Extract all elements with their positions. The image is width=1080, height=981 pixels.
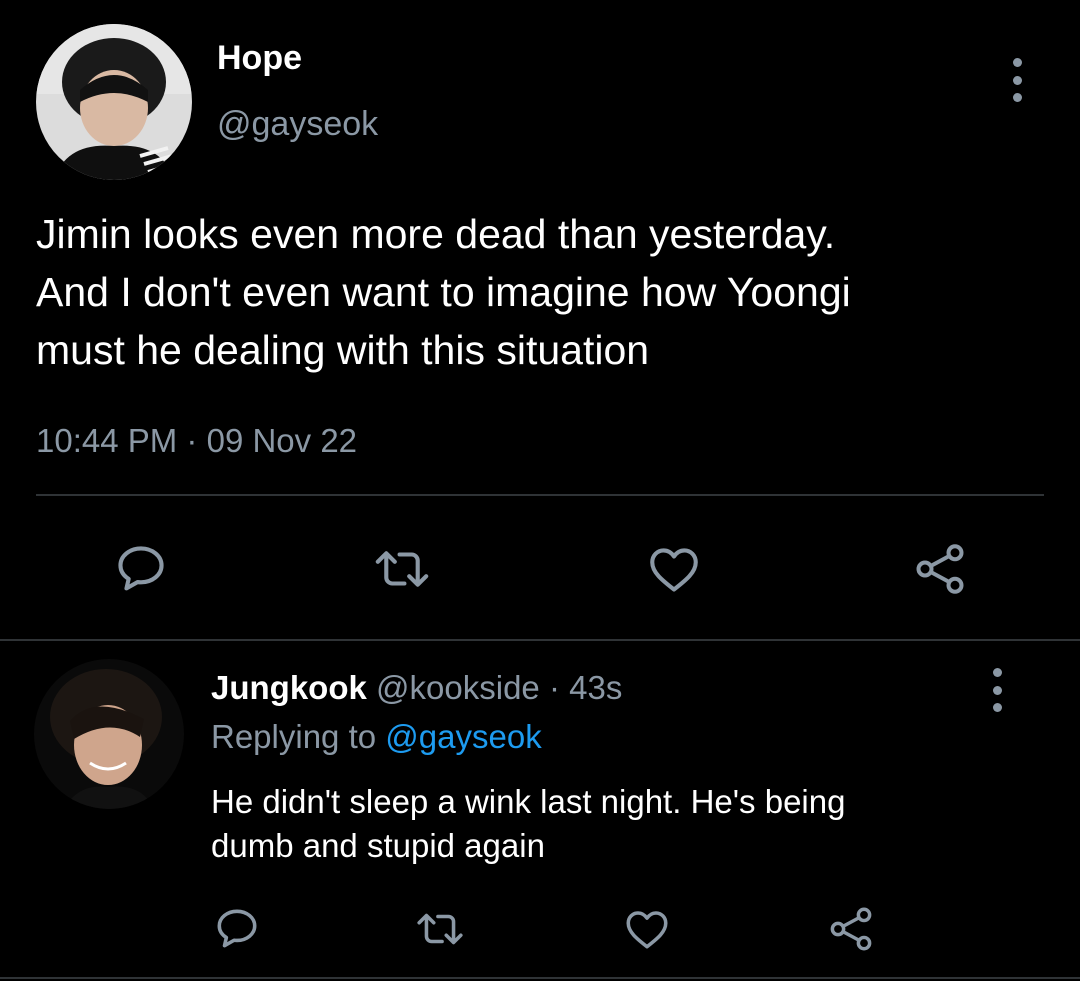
reply-author-handle[interactable]: @kookside: [376, 669, 540, 706]
reply-share-button[interactable]: [825, 902, 877, 956]
reply-text-line: He didn't sleep a wink last night. He's …: [211, 783, 846, 820]
replying-to-mention[interactable]: @gayseok: [385, 718, 541, 755]
reply-text: He didn't sleep a wink last night. He's …: [211, 780, 1051, 868]
retweet-icon: [375, 551, 429, 587]
more-dot: [992, 668, 1002, 677]
avatar-photo: [36, 24, 192, 180]
retweet-icon: [417, 913, 463, 945]
share-icon: [830, 907, 872, 951]
more-dot: [1012, 75, 1022, 85]
more-dot: [1012, 93, 1022, 102]
more-dot: [992, 685, 1002, 695]
divider: [36, 494, 1044, 496]
divider: [0, 977, 1080, 979]
heart-icon: [650, 548, 698, 592]
timestamp-separator: ·: [186, 422, 198, 459]
tweet-text-line: And I don't even want to imagine how Yoo…: [36, 269, 851, 315]
reply-more-options-button[interactable]: [982, 668, 1012, 712]
heart-icon: [626, 911, 668, 949]
reply-header: Jungkook @kookside · 43s: [211, 668, 622, 708]
reply-retweet-button[interactable]: [412, 904, 468, 954]
comment-icon: [217, 909, 257, 948]
tweet-date: 09 Nov 22: [206, 422, 358, 459]
avatar-photo: [34, 659, 184, 809]
share-icon: [916, 544, 964, 594]
reply-text-line: dumb and stupid again: [211, 827, 545, 864]
reply-author-name[interactable]: Jungkook: [211, 669, 367, 706]
reply-author-avatar[interactable]: [34, 659, 184, 809]
more-dot: [1012, 58, 1022, 67]
main-tweet: Hope @gayseok Jimin looks even more dead…: [0, 0, 1080, 640]
comment-icon: [118, 546, 164, 591]
reply-reply-button[interactable]: [212, 904, 262, 954]
tweet-text-line: must he dealing with this situation: [36, 327, 650, 373]
more-dot: [992, 703, 1002, 712]
tweet-time: 10:44 PM: [36, 422, 178, 459]
like-button[interactable]: [645, 540, 703, 598]
reply-button[interactable]: [112, 540, 170, 598]
tweet-text-line: Jimin looks even more dead than yesterda…: [36, 211, 836, 257]
tweet-timestamp[interactable]: 10:44 PM · 09 Nov 22: [36, 421, 357, 461]
retweet-button[interactable]: [370, 540, 434, 598]
tweet-text: Jimin looks even more dead than yesterda…: [36, 205, 1056, 379]
author-handle[interactable]: @gayseok: [217, 104, 378, 144]
replying-to: Replying to @gayseok: [211, 717, 542, 757]
reply-like-button[interactable]: [622, 904, 672, 954]
replying-to-label: Replying to: [211, 718, 377, 755]
header-separator: ·: [548, 669, 560, 706]
more-options-button[interactable]: [1002, 58, 1032, 102]
author-name[interactable]: Hope: [217, 38, 302, 78]
author-avatar[interactable]: [36, 24, 192, 180]
reply-time[interactable]: 43s: [569, 669, 622, 706]
share-button[interactable]: [910, 538, 970, 600]
